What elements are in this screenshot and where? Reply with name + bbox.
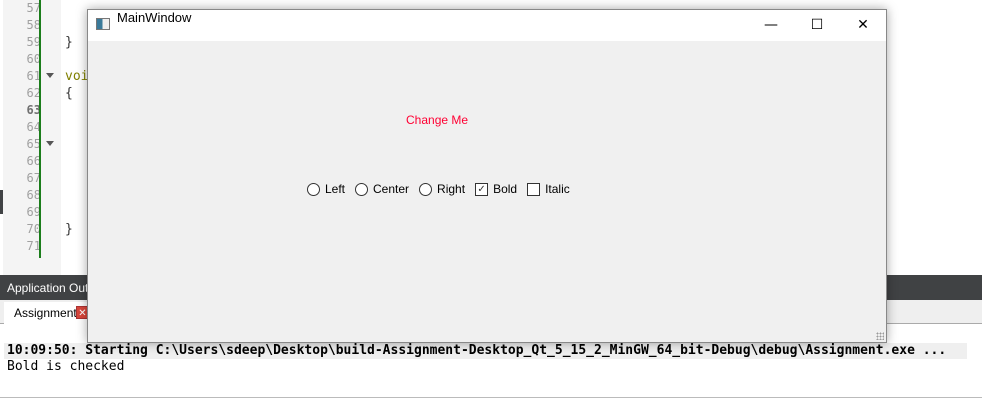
radio-icon[interactable] — [355, 182, 369, 196]
divider — [0, 397, 982, 398]
tab-assignment[interactable]: Assignment ✕ — [4, 302, 94, 324]
tab-label: Assignment — [14, 306, 77, 320]
change-me-label: Change Me — [406, 113, 469, 127]
checkbox-checked-icon[interactable]: ✓ — [475, 182, 489, 196]
line-number: 71 — [26, 239, 41, 253]
checkbox-bold[interactable]: ✓ Bold — [475, 182, 517, 196]
line-number: 64 — [26, 120, 41, 134]
checkbox-italic[interactable]: Italic — [527, 182, 570, 196]
line-number: 57 — [26, 1, 41, 15]
line-number: 60 — [26, 52, 41, 66]
radio-label: Center — [373, 182, 410, 196]
radio-icon[interactable] — [419, 182, 433, 196]
line-number: 70 — [26, 222, 41, 236]
window-title: MainWindow — [117, 10, 192, 25]
radio-label: Left — [325, 182, 346, 196]
fold-arrow-icon[interactable] — [46, 73, 54, 78]
format-options: Left Center Right ✓ Bold Italic — [307, 182, 580, 196]
radio-icon[interactable] — [307, 182, 320, 196]
fold-arrow-icon[interactable] — [46, 141, 54, 146]
code-line[interactable]: } — [65, 221, 73, 238]
output-line: 10:09:50: Starting C:\Users\sdeep\Deskto… — [4, 343, 967, 359]
line-number-gutter: 57 58 59 60 61 62 63 64 65 66 67 68 69 7… — [3, 0, 61, 275]
change-marker-bar — [39, 0, 41, 258]
minimize-button[interactable]: — — [748, 10, 794, 41]
line-number: 61 — [26, 69, 41, 83]
output-line: Bold is checked — [7, 359, 125, 374]
line-number: 62 — [26, 86, 41, 100]
radio-right[interactable]: Right — [419, 182, 465, 196]
checkbox-label: Bold — [493, 182, 518, 196]
main-window: MainWindow — ☐ ✕ Change Me Left Center R… — [87, 9, 887, 343]
line-number: 65 — [26, 137, 41, 151]
checkbox-icon[interactable] — [527, 182, 541, 196]
radio-center[interactable]: Center — [355, 182, 409, 196]
app-icon — [96, 18, 110, 30]
maximize-button[interactable]: ☐ — [794, 10, 840, 41]
line-number: 58 — [26, 18, 41, 32]
code-line[interactable]: voi — [65, 68, 88, 85]
side-strip — [0, 190, 3, 214]
close-button[interactable]: ✕ — [840, 10, 886, 41]
code-line[interactable]: } — [65, 34, 73, 51]
code-line[interactable]: { — [65, 85, 73, 102]
radio-label: Right — [437, 182, 466, 196]
line-number-current: 63 — [26, 103, 41, 117]
line-number: 68 — [26, 188, 41, 202]
line-number: 66 — [26, 154, 41, 168]
line-number: 69 — [26, 205, 41, 219]
resize-grip-icon[interactable] — [876, 332, 884, 340]
line-number: 59 — [26, 35, 41, 49]
radio-left[interactable]: Left — [307, 182, 345, 196]
checkbox-label: Italic — [545, 182, 570, 196]
line-number: 67 — [26, 171, 41, 185]
title-bar[interactable]: MainWindow — ☐ ✕ — [88, 10, 886, 41]
